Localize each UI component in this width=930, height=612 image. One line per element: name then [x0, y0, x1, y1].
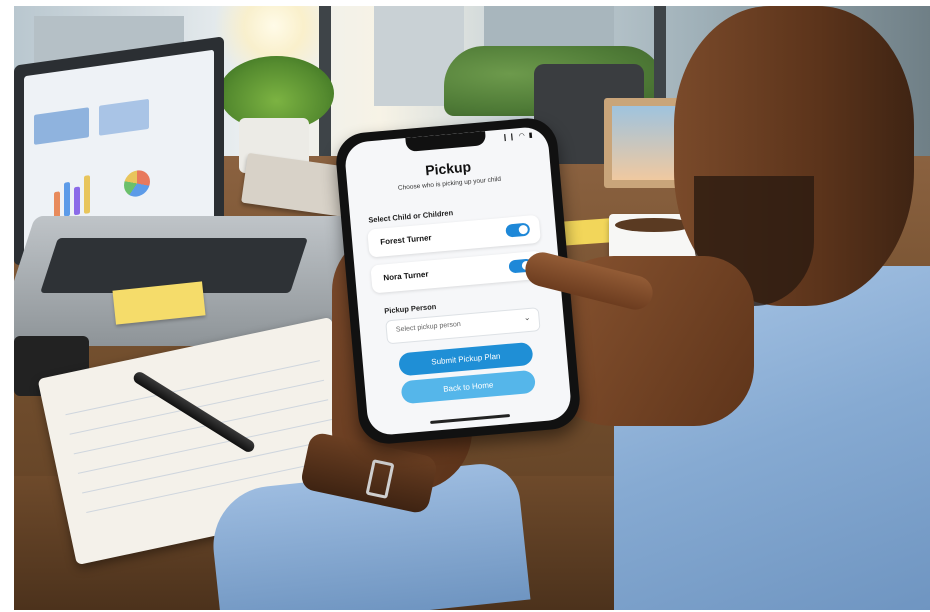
select-placeholder: Select pickup person — [395, 320, 462, 334]
pickup-person-label: Pickup Person — [383, 302, 437, 316]
family-photo — [612, 106, 676, 180]
dashboard-bar — [74, 186, 80, 216]
child-name: Forest Turner — [379, 233, 432, 247]
toggle-knob — [518, 224, 529, 235]
home-indicator — [430, 413, 511, 424]
child-name: Nora Turner — [383, 269, 429, 283]
phone-notch — [405, 131, 487, 152]
child-toggle[interactable] — [505, 222, 531, 238]
child-row-nora-turner[interactable]: Nora Turner — [370, 250, 545, 294]
children-section-label: Select Child or Children — [367, 208, 454, 225]
dashboard-pie-chart — [124, 168, 150, 199]
dashboard-bar — [54, 191, 60, 219]
dashboard-map — [34, 107, 89, 145]
dashboard-bar — [64, 181, 70, 217]
dashboard-bar — [84, 175, 90, 214]
chevron-down-icon: ⌄ — [523, 312, 531, 323]
dashboard-line-chart — [99, 98, 149, 136]
photo-scene: ❙❙ ◠ ▮ Pickup Choose who is picking up y… — [14, 6, 930, 610]
photo-frame — [604, 98, 684, 188]
status-bar-icons: ❙❙ ◠ ▮ — [501, 131, 534, 142]
back-to-home-button[interactable]: Back to Home — [400, 369, 537, 405]
